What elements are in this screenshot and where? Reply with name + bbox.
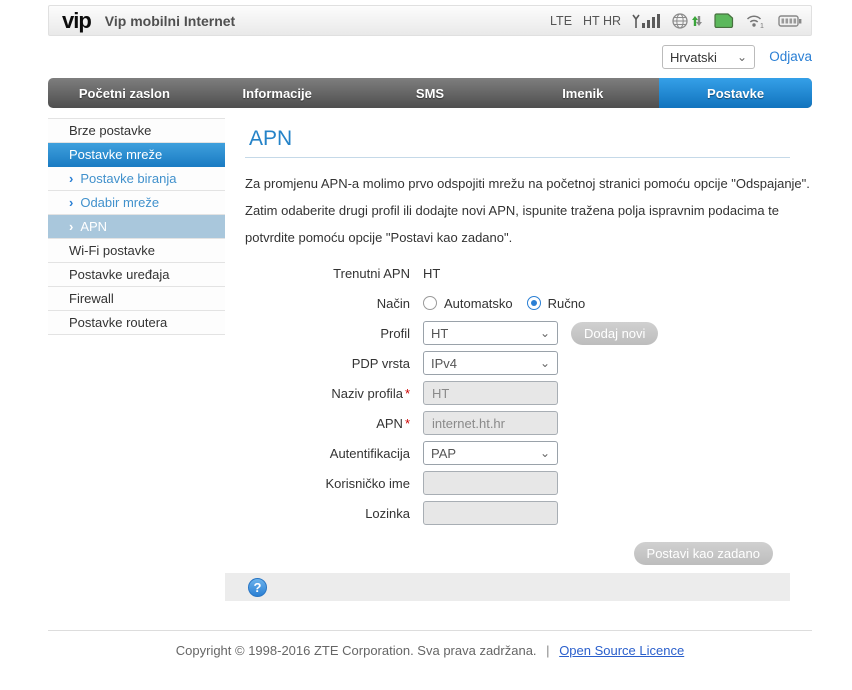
open-source-licence-link[interactable]: Open Source Licence: [559, 643, 684, 658]
sidebar-item-label: Odabir mreže: [80, 195, 160, 210]
sidebar: Brze postavke Postavke mreže › Postavke b…: [48, 118, 225, 335]
auth-label: Autentifikacija: [329, 445, 410, 461]
chevron-down-icon: ⌄: [539, 446, 550, 460]
pdp-type-select-value: IPv4: [431, 355, 458, 371]
main-nav: Početni zaslon Informacije SMS Imenik Po…: [48, 78, 812, 108]
vip-logo: vip: [62, 7, 92, 33]
footer-separator: |: [546, 643, 550, 658]
copyright-text: Copyright © 1998-2016 ZTE Corporation. S…: [175, 643, 537, 658]
operator-label: HT HR: [583, 13, 621, 28]
sub-arrow-icon: ›: [69, 171, 74, 186]
pdp-type-select[interactable]: IPv4 ⌄: [423, 351, 558, 375]
profile-select[interactable]: HT ⌄: [423, 321, 558, 345]
logout-link[interactable]: Odjava: [769, 49, 812, 64]
tab-informacije[interactable]: Informacije: [201, 78, 354, 108]
add-profile-button[interactable]: Dodaj novi: [571, 321, 659, 345]
sim-icon: [714, 13, 734, 28]
sidebar-item-postavke-biranja[interactable]: › Postavke biranja: [48, 167, 225, 191]
required-asterisk: *: [404, 385, 410, 401]
sidebar-item-postavke-mreze[interactable]: Postavke mreže: [48, 143, 225, 167]
username-input: [423, 471, 558, 495]
mode-label: Način: [376, 295, 410, 311]
required-asterisk: *: [404, 415, 410, 431]
tab-postavke[interactable]: Postavke: [659, 78, 812, 108]
description-line: Zatim odaberite drugi profil ili dodajte…: [245, 203, 780, 218]
auth-select[interactable]: PAP ⌄: [423, 441, 558, 465]
footer-divider: [48, 630, 812, 631]
row-current-apn: Trenutni APN HT: [225, 258, 790, 288]
username-label: Korisničko ime: [325, 475, 410, 491]
tab-sms[interactable]: SMS: [354, 78, 507, 108]
sidebar-item-odabir-mreze[interactable]: › Odabir mreže: [48, 191, 225, 215]
sidebar-item-brze-postavke[interactable]: Brze postavke: [48, 119, 225, 143]
profile-name-label: Naziv profila *: [331, 385, 410, 401]
sidebar-item-postavke-uredjaja[interactable]: Postavke uređaja: [48, 263, 225, 287]
auth-select-value: PAP: [431, 445, 457, 461]
language-select[interactable]: Hrvatski ⌄: [662, 45, 755, 69]
tab-pocetni-zaslon[interactable]: Početni zaslon: [48, 78, 201, 108]
radio-automatsko-label: Automatsko: [444, 295, 513, 311]
radio-rucno[interactable]: [526, 296, 541, 310]
title-divider: [245, 157, 790, 158]
pdp-type-label: PDP vrsta: [351, 355, 410, 371]
app-title: Vip mobilni Internet: [104, 12, 236, 29]
row-password: Lozinka: [225, 498, 790, 528]
toolbar: Hrvatski ⌄ Odjava: [48, 45, 812, 69]
tab-imenik[interactable]: Imenik: [506, 78, 659, 108]
page-title: APN: [249, 127, 293, 150]
sidebar-item-firewall[interactable]: Firewall: [48, 287, 225, 311]
chevron-down-icon: ⌄: [539, 326, 550, 340]
password-label: Lozinka: [365, 505, 410, 521]
radio-automatsko[interactable]: [423, 296, 437, 310]
sidebar-item-label: Postavke biranja: [80, 171, 177, 186]
set-default-button[interactable]: Postavi kao zadano: [633, 542, 773, 565]
description-line: Za promjenu APN-a molimo prvo odspojiti …: [245, 176, 810, 191]
sidebar-item-wifi-postavke[interactable]: Wi-Fi postavke: [48, 239, 225, 263]
globe-traffic-icon: [672, 12, 702, 29]
sidebar-item-label: APN: [80, 219, 108, 234]
profile-select-value: HT: [431, 325, 449, 341]
svg-text:1: 1: [760, 23, 764, 30]
main-content: APN Za promjenu APN-a molimo prvo odspoj…: [225, 118, 810, 601]
network-type-label: LTE: [550, 13, 573, 28]
help-icon[interactable]: ?: [248, 577, 267, 597]
help-strip: ?: [225, 573, 790, 601]
current-apn-value: HT: [423, 265, 441, 281]
wifi-icon: 1: [746, 14, 764, 30]
row-profile-name: Naziv profila * HT: [225, 378, 790, 408]
sub-arrow-icon: ›: [69, 195, 74, 210]
description: Za promjenu APN-a molimo prvo odspojiti …: [245, 170, 810, 251]
language-value: Hrvatski: [670, 49, 717, 65]
chevron-down-icon: ⌄: [539, 356, 550, 370]
radio-rucno-label: Ručno: [547, 295, 586, 311]
submit-row: Postavi kao zadano: [225, 542, 790, 565]
row-profile: Profil HT ⌄ Dodaj novi: [225, 318, 790, 348]
battery-icon: [778, 14, 802, 27]
apn-label: APN *: [376, 415, 410, 431]
sidebar-item-apn[interactable]: › APN: [48, 215, 225, 239]
password-input: [423, 501, 558, 525]
profile-name-input: HT: [423, 381, 558, 405]
row-apn: APN * internet.ht.hr: [225, 408, 790, 438]
footer: Copyright © 1998-2016 ZTE Corporation. S…: [48, 643, 812, 658]
status-bar: LTE HT HR 1: [550, 12, 802, 30]
sidebar-item-postavke-routera[interactable]: Postavke routera: [48, 311, 225, 335]
apn-form: Trenutni APN HT Način Automatsko Ručno P…: [225, 258, 790, 601]
row-mode: Način Automatsko Ručno: [225, 288, 790, 318]
row-pdp-type: PDP vrsta IPv4 ⌄: [225, 348, 790, 378]
apn-input: internet.ht.hr: [423, 411, 558, 435]
row-username: Korisničko ime: [225, 468, 790, 498]
description-line: potvrdite pomoću opcije "Postavi kao zad…: [245, 230, 513, 245]
profile-label: Profil: [380, 325, 410, 341]
sub-arrow-icon: ›: [69, 219, 74, 234]
signal-icon: [632, 13, 660, 28]
current-apn-label: Trenutni APN: [333, 265, 410, 281]
app-header: vip Vip mobilni Internet LTE HT HR 1: [48, 5, 812, 36]
chevron-down-icon: ⌄: [736, 50, 747, 64]
row-auth: Autentifikacija PAP ⌄: [225, 438, 790, 468]
